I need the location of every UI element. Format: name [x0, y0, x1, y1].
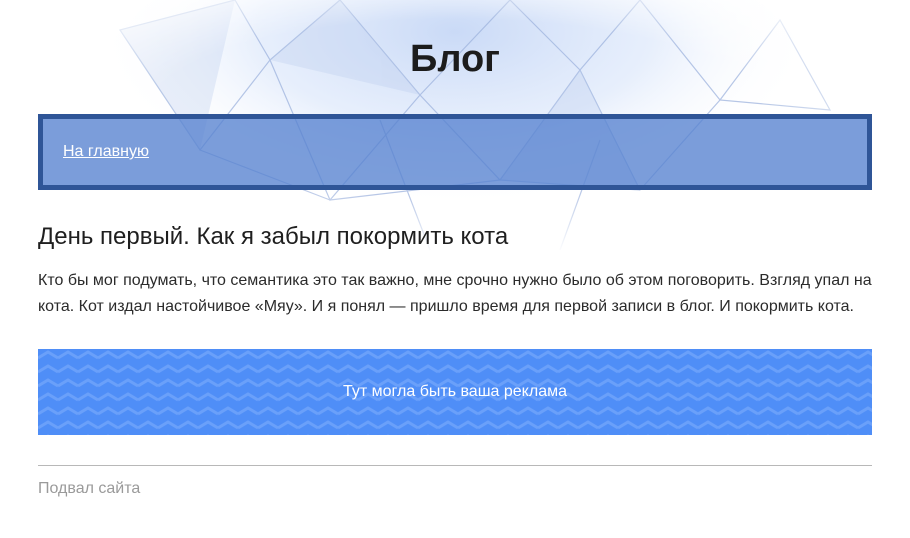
home-link[interactable]: На главную — [63, 143, 149, 161]
ad-text: Тут могла быть ваша реклама — [343, 383, 567, 400]
post-title: День первый. Как я забыл покормить кота — [38, 223, 509, 250]
navigation-bar: На главную — [38, 114, 872, 190]
footer-text: Подвал сайта — [38, 480, 141, 497]
ad-banner[interactable]: Тут могла быть ваша реклама — [38, 349, 872, 435]
page-container: Блог На главную День первый. Как я забыл… — [38, 0, 872, 498]
site-title: Блог — [410, 38, 500, 80]
post-text: Кто бы мог подумать, что семантика это т… — [38, 272, 872, 315]
blog-post: День первый. Как я забыл покормить кота … — [38, 222, 872, 320]
footer-divider — [38, 465, 872, 466]
